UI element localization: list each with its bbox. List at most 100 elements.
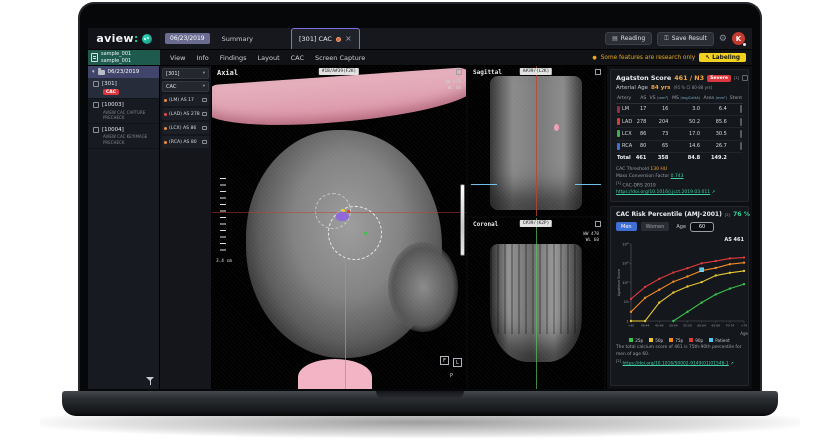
capture-icon[interactable]: [202, 140, 207, 144]
logo-orb-icon: [141, 33, 152, 44]
column-header: Artery: [616, 93, 635, 104]
table-row: RCA 80 65 14.6 26.7: [616, 140, 743, 154]
coronal-series-chip: C#39/(K2P): [519, 220, 553, 227]
chart-legend: 25p 50p 75p 90p Patient: [616, 338, 743, 343]
legend-item-90p: 90p: [689, 338, 703, 343]
labeling-button[interactable]: ↖ Labeling: [699, 53, 746, 62]
agatston-title: Agatston Score: [616, 74, 672, 82]
axial-viewport[interactable]: 3.4 cm Axial #18/A#39(F2K) WW 470 WL 60 F…: [212, 66, 468, 389]
column-header: VS (mm³): [647, 93, 670, 104]
cac-badge: CAC: [103, 89, 120, 95]
menu-item-layout[interactable]: Layout: [258, 54, 280, 62]
sidebar-item-10004[interactable]: [10004] AVIEW CAC KEYIMAGE PRECHECK: [88, 124, 159, 149]
sagittal-viewport[interactable]: Sagittal A#39/(L2K): [468, 66, 604, 218]
svg-text:60-64: 60-64: [697, 323, 706, 327]
arterial-age-value: 84 yrs: [651, 84, 671, 91]
expand-icon[interactable]: [456, 69, 462, 75]
lesion-dot-yellow: [342, 209, 345, 212]
svg-text:AS 461: AS 461: [724, 237, 744, 243]
legend-item-75p: 75p: [669, 338, 683, 343]
svg-text:<40: <40: [628, 323, 634, 327]
men-toggle[interactable]: Men: [616, 222, 637, 232]
svg-text:10: 10: [624, 299, 629, 304]
menu-item-info[interactable]: Info: [196, 54, 208, 62]
finding-label: (LM) AS 17: [169, 97, 194, 103]
expand-icon[interactable]: [595, 221, 601, 227]
agatston-checkbox[interactable]: [742, 75, 749, 81]
svg-text:Age: Age: [740, 331, 748, 336]
reading-button[interactable]: ▤ Reading: [605, 32, 653, 45]
orient-f-button[interactable]: F: [440, 356, 449, 365]
amj-2001-link[interactable]: https://doi.org/10.1016/S0002-9149(01)01…: [623, 361, 729, 366]
logo-text: aview:: [96, 32, 139, 45]
external-link-icon: ↗: [730, 361, 734, 367]
stent-checkbox[interactable]: [740, 142, 742, 151]
threshold-value: 130 HU: [650, 166, 668, 172]
menu-item-view[interactable]: View: [170, 54, 185, 62]
women-toggle[interactable]: Women: [640, 222, 670, 232]
axial-spine-overlay: [298, 359, 372, 389]
risk-chart: 11010²10³10⁴<40 40-44 45-49 50-54 55-59 60-64…: [617, 237, 749, 336]
coronal-viewport[interactable]: Coronal C#39/(K2P) WW 470 WL 60: [468, 218, 604, 389]
tab-summary[interactable]: Summary: [216, 35, 259, 43]
top-actions: ▤ Reading ⚿ Save Result ⚙ K: [605, 28, 752, 49]
patient-header[interactable]: sample_001 sample_001: [88, 50, 160, 65]
gear-icon[interactable]: ⚙: [719, 34, 727, 44]
caret-down-icon: ▾: [92, 69, 95, 75]
study-sidebar: ▾ 06/23/2019 [301] CAC [10003] AVIEW CAC CA…: [88, 66, 160, 389]
sidebar-item-301[interactable]: [301] CAC: [88, 78, 159, 99]
menu-item-screen-capture[interactable]: Screen Capture: [315, 54, 365, 62]
series-dropdown[interactable]: [301] ▾: [162, 68, 209, 79]
stent-checkbox[interactable]: [740, 129, 742, 138]
study-folder[interactable]: ▾ 06/23/2019: [88, 66, 159, 78]
mass-factor-link[interactable]: 0.743: [671, 174, 684, 179]
tab-close-icon[interactable]: ×: [345, 35, 352, 43]
calcium-lesion-overlay[interactable]: [336, 212, 349, 221]
series-thumb-icon: [93, 126, 99, 133]
filter-icon[interactable]: [146, 377, 154, 385]
capture-icon[interactable]: [202, 112, 207, 116]
age-input[interactable]: 60: [690, 221, 715, 232]
slice-scroll-handle[interactable]: [460, 184, 465, 256]
capture-icon[interactable]: [202, 126, 207, 130]
chevron-down-icon: ▾: [202, 84, 205, 89]
ruler-measurement: 3.4 cm: [216, 259, 232, 264]
axial-series-chip: #18/A#39(F2K): [318, 68, 360, 75]
laptop-mockup: aview: 06/23/2019 Summary [301] CAC × ▤ R…: [0, 0, 840, 448]
ortho-column: Sagittal A#39/(L2K) Coronal C#39/(K2P) W…: [468, 66, 606, 389]
axial-label: Axial: [217, 69, 239, 77]
orient-l-button[interactable]: L: [453, 358, 462, 367]
cac-drs-link[interactable]: https://doi.org/10.1016/j.jcct.2019.03.0…: [616, 190, 710, 195]
finding-item[interactable]: (LCX) AS 86: [162, 122, 209, 134]
finding-item[interactable]: (RCA) AS 80: [162, 136, 209, 148]
capture-icon[interactable]: [202, 98, 207, 102]
menu-item-findings[interactable]: Findings: [220, 54, 247, 62]
svg-text:45-49: 45-49: [655, 323, 664, 327]
save-result-button[interactable]: ⚿ Save Result: [657, 31, 714, 46]
lock-icon: ⚿: [664, 34, 669, 42]
finding-item[interactable]: (LAD) AS 278: [162, 108, 209, 120]
axial-window-level: WW 470 WL 60: [445, 80, 461, 92]
cursor-icon: ↖: [705, 54, 711, 61]
menu-item-cac[interactable]: CAC: [291, 54, 304, 62]
legend-item-50p: 50p: [649, 338, 663, 343]
finding-label: (LAD) AS 278: [169, 111, 200, 117]
stent-checkbox[interactable]: [740, 117, 742, 126]
legend-item-25p: 25p: [629, 338, 643, 343]
finding-type-dropdown[interactable]: CAC ▾: [162, 81, 209, 92]
finding-dot-icon: [164, 98, 167, 102]
stent-checkbox[interactable]: [740, 105, 742, 114]
laptop-notch: [376, 391, 464, 399]
agatston-value: 461 / N3: [674, 74, 705, 82]
user-avatar[interactable]: K: [732, 32, 746, 46]
agatston-title-row: Agatston Score 461 / N3 Severe [1]: [616, 74, 749, 82]
sidebar-item-10003[interactable]: [10003] AVIEW CAC CAPTURE PRECHECK: [88, 99, 159, 124]
artery-score-table: Artery AS VS (mm³) MS (mg/CaHA) Area (mm²) St…: [616, 93, 743, 164]
expand-icon[interactable]: [595, 69, 601, 75]
axial-chest-wall-overlay: [212, 66, 466, 132]
table-row: LCX 86 73 17.0 30.5: [616, 127, 743, 141]
finding-item[interactable]: (LM) AS 17: [162, 94, 209, 106]
tab-date[interactable]: 06/23/2019: [165, 33, 210, 44]
tab-cac-active[interactable]: [301] CAC ×: [291, 28, 360, 49]
series-description: AVIEW CAC CAPTURE PRECHECK: [103, 109, 146, 120]
